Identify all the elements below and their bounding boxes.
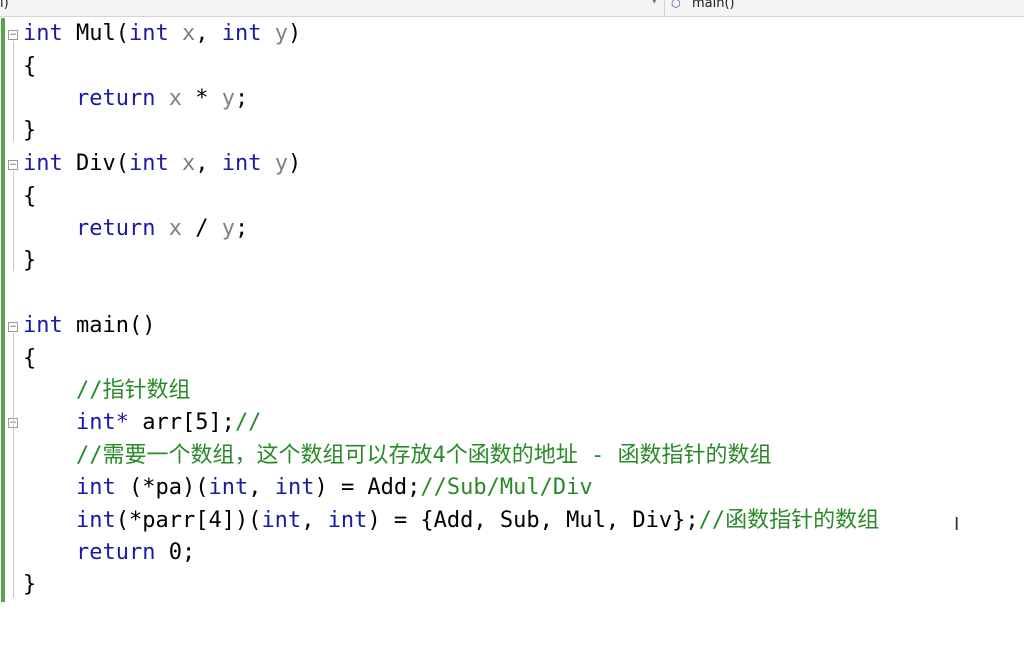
- chevron-down-icon[interactable]: ▾: [652, 0, 657, 7]
- collapse-div-icon[interactable]: −: [8, 160, 18, 170]
- code-line: return 0;: [75, 540, 196, 565]
- code-line: int (*pa)(int, int) = Add;//Sub/Mul/Div: [75, 475, 593, 500]
- code-line: int Mul(int x, int y): [23, 21, 302, 46]
- code-line: {: [23, 346, 37, 371]
- code-line: return x / y;: [75, 216, 249, 241]
- text-cursor-icon: I: [954, 514, 960, 535]
- code-line: }: [23, 248, 37, 273]
- scope-divider: [664, 0, 665, 16]
- collapse-mul-icon[interactable]: −: [8, 30, 18, 40]
- cube-icon: ⬡: [671, 0, 681, 10]
- outline-guide: [13, 41, 14, 141]
- scope-navigation-bar: l) ▾ ⬡ main(): [0, 0, 1024, 17]
- code-line: int main(): [23, 313, 156, 338]
- scope-dropdown[interactable]: l): [0, 0, 9, 11]
- code-line: //需要一个数组，这个数组可以存放4个函数的地址 - 函数指针的数组: [75, 443, 772, 468]
- code-line: return x * y;: [75, 86, 249, 111]
- code-line: {: [23, 54, 37, 79]
- code-line: }: [23, 572, 37, 597]
- code-line: //指针数组: [75, 378, 191, 403]
- code-line: int(*parr[4])(int, int) = {Add, Sub, Mul…: [75, 508, 880, 533]
- change-tracking-bar: [1, 18, 5, 602]
- function-dropdown[interactable]: main(): [692, 0, 735, 11]
- code-line: }: [23, 118, 37, 143]
- outline-guide: [13, 333, 14, 598]
- outline-guide: [13, 171, 14, 271]
- collapse-main-icon[interactable]: −: [8, 322, 18, 332]
- code-line: int* arr[5];//: [75, 410, 262, 435]
- code-line: {: [23, 184, 37, 209]
- code-line: int Div(int x, int y): [23, 151, 302, 176]
